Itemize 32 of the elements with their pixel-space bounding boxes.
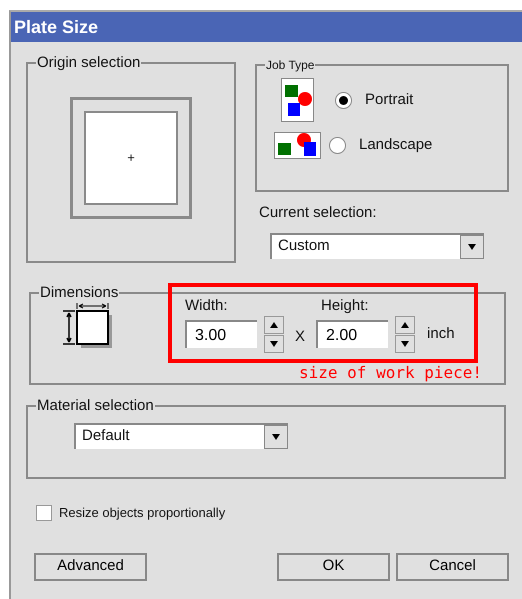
dropdown[interactable]: Default xyxy=(74,423,288,449)
field-label: Current selection: xyxy=(259,203,378,223)
dimensions-icon xyxy=(62,302,112,350)
radio-button[interactable] xyxy=(335,92,352,108)
spin-up-button[interactable] xyxy=(264,316,284,334)
group-label: Material selection xyxy=(36,397,155,415)
spin-down-button[interactable] xyxy=(395,334,416,352)
dropdown[interactable]: Custom xyxy=(270,232,484,258)
field-label: Width: xyxy=(185,296,229,316)
portrait-shapes-icon xyxy=(280,78,314,122)
origin-marker[interactable]: + xyxy=(127,148,135,168)
window-title: Plate Size xyxy=(11,12,522,42)
checkbox[interactable] xyxy=(36,504,52,521)
dialog-button[interactable]: Cancel xyxy=(396,552,509,580)
spin-down-button[interactable] xyxy=(264,334,284,352)
group-label: Dimensions xyxy=(39,284,120,302)
group-label: Origin selection xyxy=(36,54,142,72)
annotation-text: size of work piece! xyxy=(299,364,482,382)
checkbox-label: Resize objects proportionally xyxy=(59,504,226,522)
separator-label: X xyxy=(295,326,306,347)
radio-button[interactable] xyxy=(329,137,346,154)
number-field[interactable]: 3.00 xyxy=(185,320,257,348)
radio-label[interactable]: Landscape xyxy=(359,134,432,157)
number-field[interactable]: 2.00 xyxy=(316,320,388,348)
landscape-shapes-icon xyxy=(274,132,320,159)
radio-label[interactable]: Portrait xyxy=(365,88,414,112)
dialog-button[interactable]: Advanced xyxy=(34,552,147,580)
group-label: Job Type xyxy=(265,57,316,74)
dialog-button[interactable]: OK xyxy=(277,552,390,580)
spin-up-button[interactable] xyxy=(395,316,416,334)
unit-label: inch xyxy=(427,324,455,344)
field-label: Height: xyxy=(321,296,369,316)
